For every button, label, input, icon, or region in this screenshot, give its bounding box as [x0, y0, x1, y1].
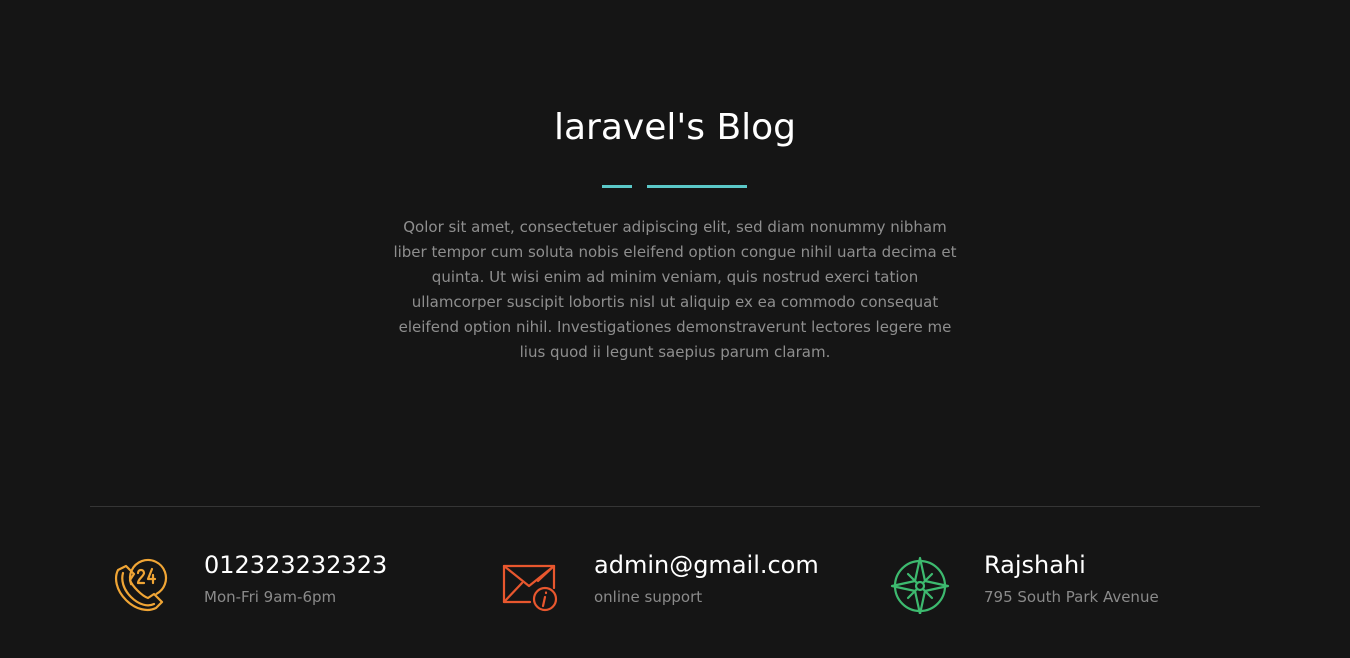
section-divider: [90, 506, 1260, 507]
blog-title: laravel's Blog: [553, 107, 797, 148]
title-divider: [602, 185, 748, 188]
contact-location-value: Rajshahi: [984, 551, 1086, 579]
divider-long-segment: [647, 185, 747, 188]
page: laravel's Blog Qolor sit amet, consectet…: [0, 0, 1350, 658]
contact-email-detail: online support: [594, 588, 703, 606]
compass-icon: [890, 556, 950, 614]
divider-short-segment: [602, 185, 632, 188]
contact-phone-detail: Mon-Fri 9am-6pm: [204, 588, 337, 606]
blog-description: Qolor sit amet, consectetuer adipiscing …: [393, 218, 957, 361]
mail-info-icon: [502, 564, 558, 612]
contact-email-value: admin@gmail.com: [594, 551, 819, 579]
contact-phone-value: 012323232323: [204, 551, 388, 579]
contact-location-detail: 795 South Park Avenue: [984, 588, 1159, 606]
phone-24-icon: [115, 558, 168, 611]
